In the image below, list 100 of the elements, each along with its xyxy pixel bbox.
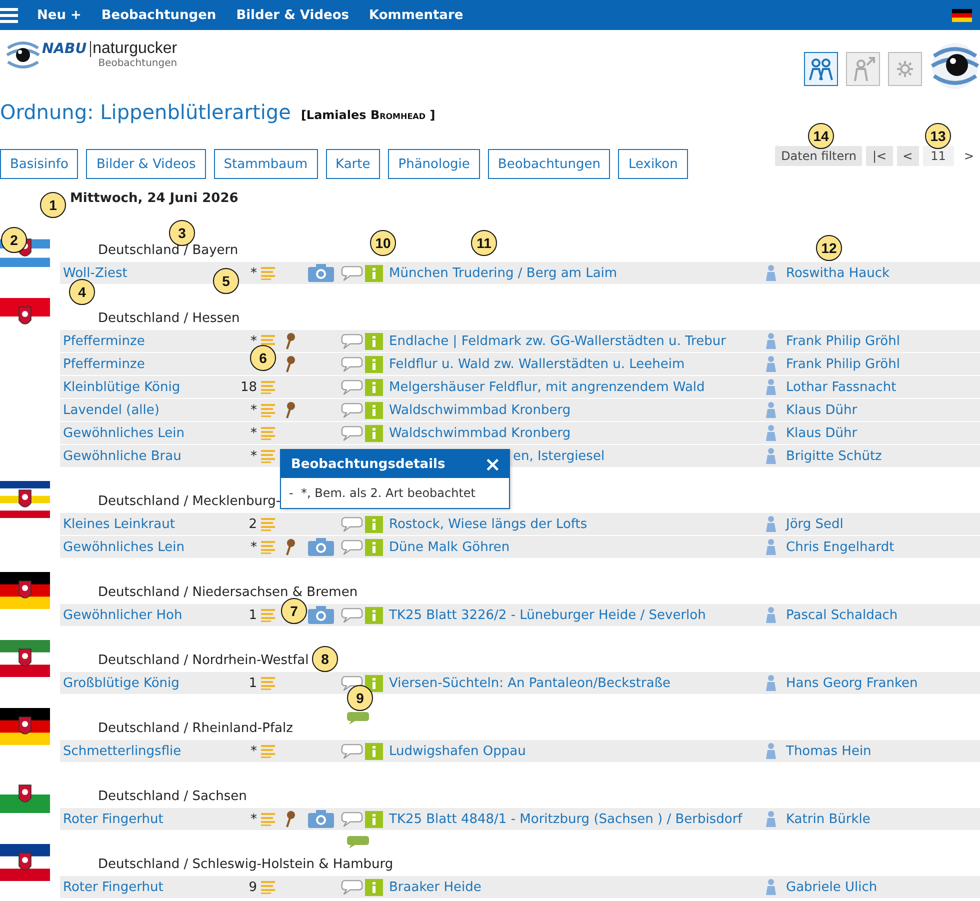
location-link[interactable]: Waldschwimmbad Kronberg — [389, 426, 571, 440]
people-button[interactable] — [804, 52, 838, 86]
tab-button[interactable]: Bilder & Videos — [86, 149, 206, 179]
observer-link[interactable]: Brigitte Schütz — [786, 448, 882, 464]
share-person-button[interactable] — [846, 52, 880, 86]
location-link[interactable]: TK25 Blatt 3226/2 - Lüneburger Heide / Severloh — [389, 608, 706, 622]
settings-button[interactable] — [888, 52, 922, 86]
tab-button[interactable]: Phänologie — [388, 149, 480, 179]
observation-row[interactable]: Kleinblütige König 18 Melgershäuser Feldflur, mit angrenzendem Wald Lothar Fassnacht — [60, 376, 980, 398]
count-text: 1 — [248, 676, 257, 690]
menu-icon[interactable] — [0, 7, 18, 23]
pin-icon[interactable] — [285, 401, 295, 419]
number-callout: 12 — [816, 235, 842, 261]
comment-icon[interactable] — [341, 674, 363, 692]
observation-row[interactable]: Großblütige König 1 Viersen-Süchteln: An Pantaleon/Beckstraße Hans Georg Franken — [60, 672, 980, 694]
species-link[interactable]: Gewöhnlicher Hoh — [63, 608, 182, 622]
observer-link[interactable]: Lothar Fassnacht — [786, 380, 896, 394]
species-link[interactable]: Roter Fingerhut — [63, 812, 164, 826]
observer-link[interactable]: Pascal Schaldach — [786, 608, 898, 622]
location-link[interactable]: Rostock, Wiese längs der Lofts — [389, 516, 588, 532]
observer-link[interactable]: Frank Philip Gröhl — [786, 334, 900, 348]
german-flag-icon[interactable] — [952, 8, 972, 22]
location-link[interactable]: Viersen-Süchteln: An Pantaleon/Beckstraße — [389, 676, 671, 690]
pin-icon[interactable] — [285, 332, 295, 350]
region-heading: Deutschland / Bayern — [98, 243, 238, 258]
species-link[interactable]: Roter Fingerhut — [63, 880, 164, 894]
location-link[interactable]: Feldflur u. Wald zw. Wallerstädten u. Leeheim — [389, 356, 685, 372]
observation-row[interactable]: Roter Fingerhut 9 Braaker Heide Gabriele Ulich — [60, 876, 980, 898]
observation-row[interactable]: Pfefferminze * Endlache | Feldmark zw. GG-Wallerstädten u. Trebur Frank Philip Gröhl — [60, 330, 980, 352]
observer-link[interactable]: Hans Georg Franken — [786, 676, 918, 690]
person-icon — [765, 743, 777, 759]
species-link[interactable]: Pfefferminze — [63, 356, 145, 372]
person-icon — [765, 356, 777, 372]
pin-icon[interactable] — [285, 810, 295, 828]
observation-row[interactable]: Lavendel (alle) * Waldschwimmbad Kronberg Klaus Dühr — [60, 399, 980, 421]
tab-button[interactable]: Basisinfo — [0, 149, 78, 179]
person-icon — [765, 879, 777, 895]
location-link[interactable]: TK25 Blatt 4848/1 - Moritzburg (Sachsen ) / Berbisdorf — [389, 812, 742, 826]
observer-link[interactable]: Thomas Hein — [786, 744, 872, 758]
species-link[interactable]: Woll-Ziest — [63, 266, 128, 280]
region-heading: Deutschland / Niedersachsen & Bremen — [98, 585, 358, 600]
menu-link[interactable]: Kommentare — [369, 8, 464, 22]
species-link[interactable]: Pfefferminze — [63, 334, 145, 348]
person-icon — [765, 379, 777, 395]
location-link[interactable]: en, Istergiesel — [513, 448, 605, 464]
tab-button[interactable]: Beobachtungen — [488, 149, 610, 179]
camera-icon[interactable] — [308, 264, 334, 282]
observer-link[interactable]: Jörg Sedl — [786, 516, 844, 532]
location-link[interactable]: Ludwigshafen Oppau — [389, 744, 526, 758]
observer-link[interactable]: Gabriele Ulich — [786, 880, 878, 894]
observation-row[interactable]: Gewöhnliches Lein * Düne Malk Göhren Chris Engelhardt — [60, 536, 980, 558]
observation-row[interactable]: Schmetterlingsflie * Ludwigshafen Oppau Thomas Hein — [60, 740, 980, 762]
menu-link[interactable]: Beobachtungen — [101, 8, 216, 22]
camera-icon[interactable] — [308, 538, 334, 556]
camera-icon[interactable] — [308, 606, 334, 624]
species-link[interactable]: Kleinblütige König — [63, 380, 180, 394]
count-text: * — [250, 426, 257, 440]
observer-link[interactable]: Katrin Bürkle — [786, 812, 870, 826]
menu-link[interactable]: Bilder & Videos — [236, 8, 350, 22]
species-link[interactable]: Gewöhnliches Lein — [63, 540, 185, 554]
observation-row[interactable]: Gewöhnliches Lein * Waldschwimmbad Kronberg Klaus Dühr — [60, 422, 980, 444]
count-text: 9 — [248, 880, 257, 894]
count-text: 2 — [248, 516, 257, 532]
observer-link[interactable]: Frank Philip Gröhl — [786, 356, 900, 372]
person-icon — [765, 448, 777, 464]
species-link[interactable]: Gewöhnliche Brau — [63, 448, 182, 464]
pin-icon[interactable] — [285, 538, 295, 556]
location-link[interactable]: Braaker Heide — [389, 880, 482, 894]
species-link[interactable]: Gewöhnliches Lein — [63, 426, 185, 440]
location-link[interactable]: Endlache | Feldmark zw. GG-Wallerstädten u. Trebur — [389, 334, 726, 348]
region-heading: Deutschland / Hessen — [98, 311, 240, 326]
location-link[interactable]: Waldschwimmbad Kronberg — [389, 402, 571, 418]
pin-icon[interactable] — [285, 355, 295, 373]
menu-link[interactable]: Neu + — [37, 8, 82, 22]
number-callout: 14 — [808, 123, 834, 149]
tab-button[interactable]: Karte — [326, 149, 380, 179]
observer-link[interactable]: Chris Engelhardt — [786, 540, 894, 554]
species-link[interactable]: Kleines Leinkraut — [63, 516, 175, 532]
camera-icon[interactable] — [308, 810, 334, 828]
region-heading: Deutschland / Nordrhein-Westfal — [98, 653, 309, 668]
previous-page-button[interactable]: < — [896, 146, 919, 166]
observation-row[interactable]: Kleines Leinkraut 2 Rostock, Wiese längs der Lofts Jörg Sedl — [60, 513, 980, 535]
species-link[interactable]: Lavendel (alle) — [63, 402, 160, 418]
observer-link[interactable]: Klaus Dühr — [786, 402, 858, 418]
count-text: * — [250, 402, 257, 418]
person-icon — [765, 333, 777, 349]
filter-button[interactable]: Daten filtern — [775, 146, 862, 166]
species-link[interactable]: Großblütige König — [63, 676, 180, 690]
location-link[interactable]: Düne Malk Göhren — [389, 540, 510, 554]
location-link[interactable]: München Trudering / Berg am Laim — [389, 266, 618, 280]
observer-link[interactable]: Roswitha Hauck — [786, 266, 890, 280]
number-callout: 3 — [169, 220, 195, 246]
first-page-button[interactable]: |< — [866, 146, 893, 166]
tab-button[interactable]: Lexikon — [618, 149, 688, 179]
location-link[interactable]: Melgershäuser Feldflur, mit angrenzendem Wald — [389, 380, 705, 394]
species-link[interactable]: Schmetterlingsflie — [63, 744, 182, 758]
logo-subtitle: Beobachtungen — [98, 58, 178, 69]
observer-link[interactable]: Klaus Dühr — [786, 426, 858, 440]
tab-button[interactable]: Stammbaum — [214, 149, 318, 179]
info-icon[interactable] — [365, 674, 383, 692]
